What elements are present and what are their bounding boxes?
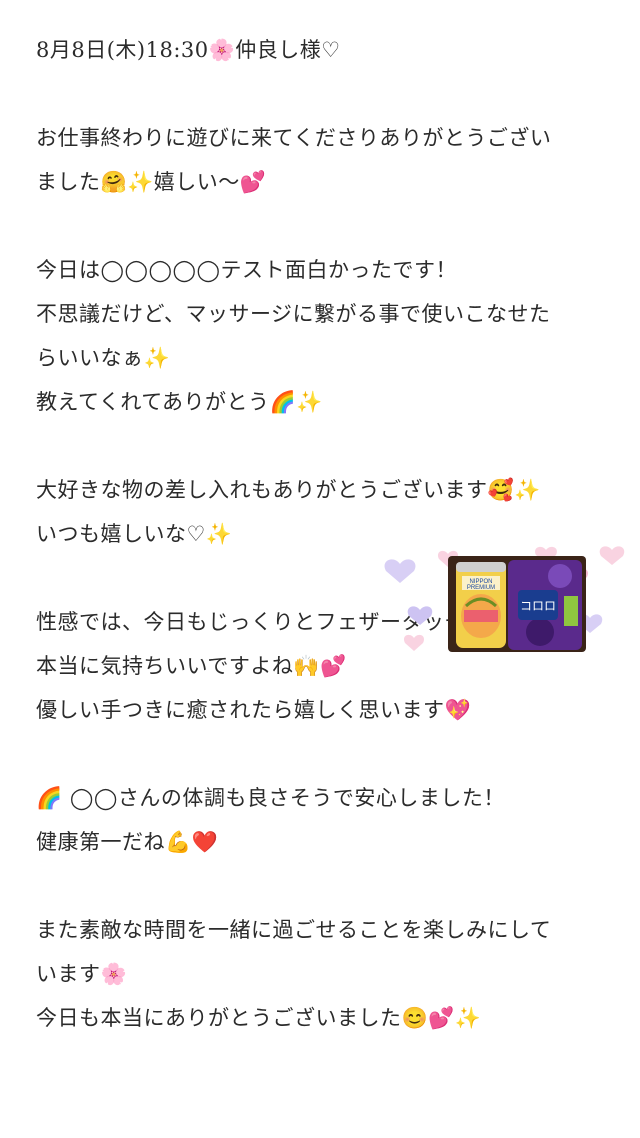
post-text-line: 不思議だけど、マッサージに繋がる事で使いこなせた <box>36 302 551 326</box>
gift-photo-illustration: NIPPON PREMIUM コロロ <box>384 546 625 652</box>
post-text-line: 今日も本当にありがとうございました😊💕✨ <box>36 1006 482 1030</box>
gift-photo: NIPPON PREMIUM コロロ <box>378 536 634 660</box>
post-text-line: らいいなぁ✨ <box>36 346 171 370</box>
post-text-line: 健康第一だね💪❤️ <box>36 830 219 854</box>
gummy-package-icon: コロロ <box>508 560 582 650</box>
post-text-line: 今日は◯◯◯◯◯テスト面白かったです！ <box>36 258 458 282</box>
post-date-line: 8月8日(木)18:30🌸仲良し様♡ <box>36 38 341 62</box>
post-text-line: います🌸 <box>36 962 128 986</box>
post-text-line: 🌈 ◯◯さんの体調も良さそうで安心しました！ <box>36 786 505 810</box>
can-label-bottom: PREMIUM <box>467 585 495 591</box>
post-text-line: 優しい手つきに癒されたら嬉しく思います💖 <box>36 698 472 722</box>
post-text-line: また素敵な時間を一緒に過ごせることを楽しみにして <box>36 918 552 942</box>
post-body: 8月8日(木)18:30🌸仲良し様♡ お仕事終わりに遊びに来てくださりありがとう… <box>36 28 626 1040</box>
post-text-line: ました🤗✨嬉しい〜💕 <box>36 170 267 194</box>
post-text-line: 教えてくれてありがとう🌈✨ <box>36 390 323 414</box>
beverage-can-icon: NIPPON PREMIUM <box>456 562 506 648</box>
post-text-line: お仕事終わりに遊びに来てくださりありがとうござい <box>36 126 552 150</box>
gummy-label: コロロ <box>520 599 556 613</box>
post-text-line: 大好きな物の差し入れもありがとうございます🥰✨ <box>36 478 541 502</box>
